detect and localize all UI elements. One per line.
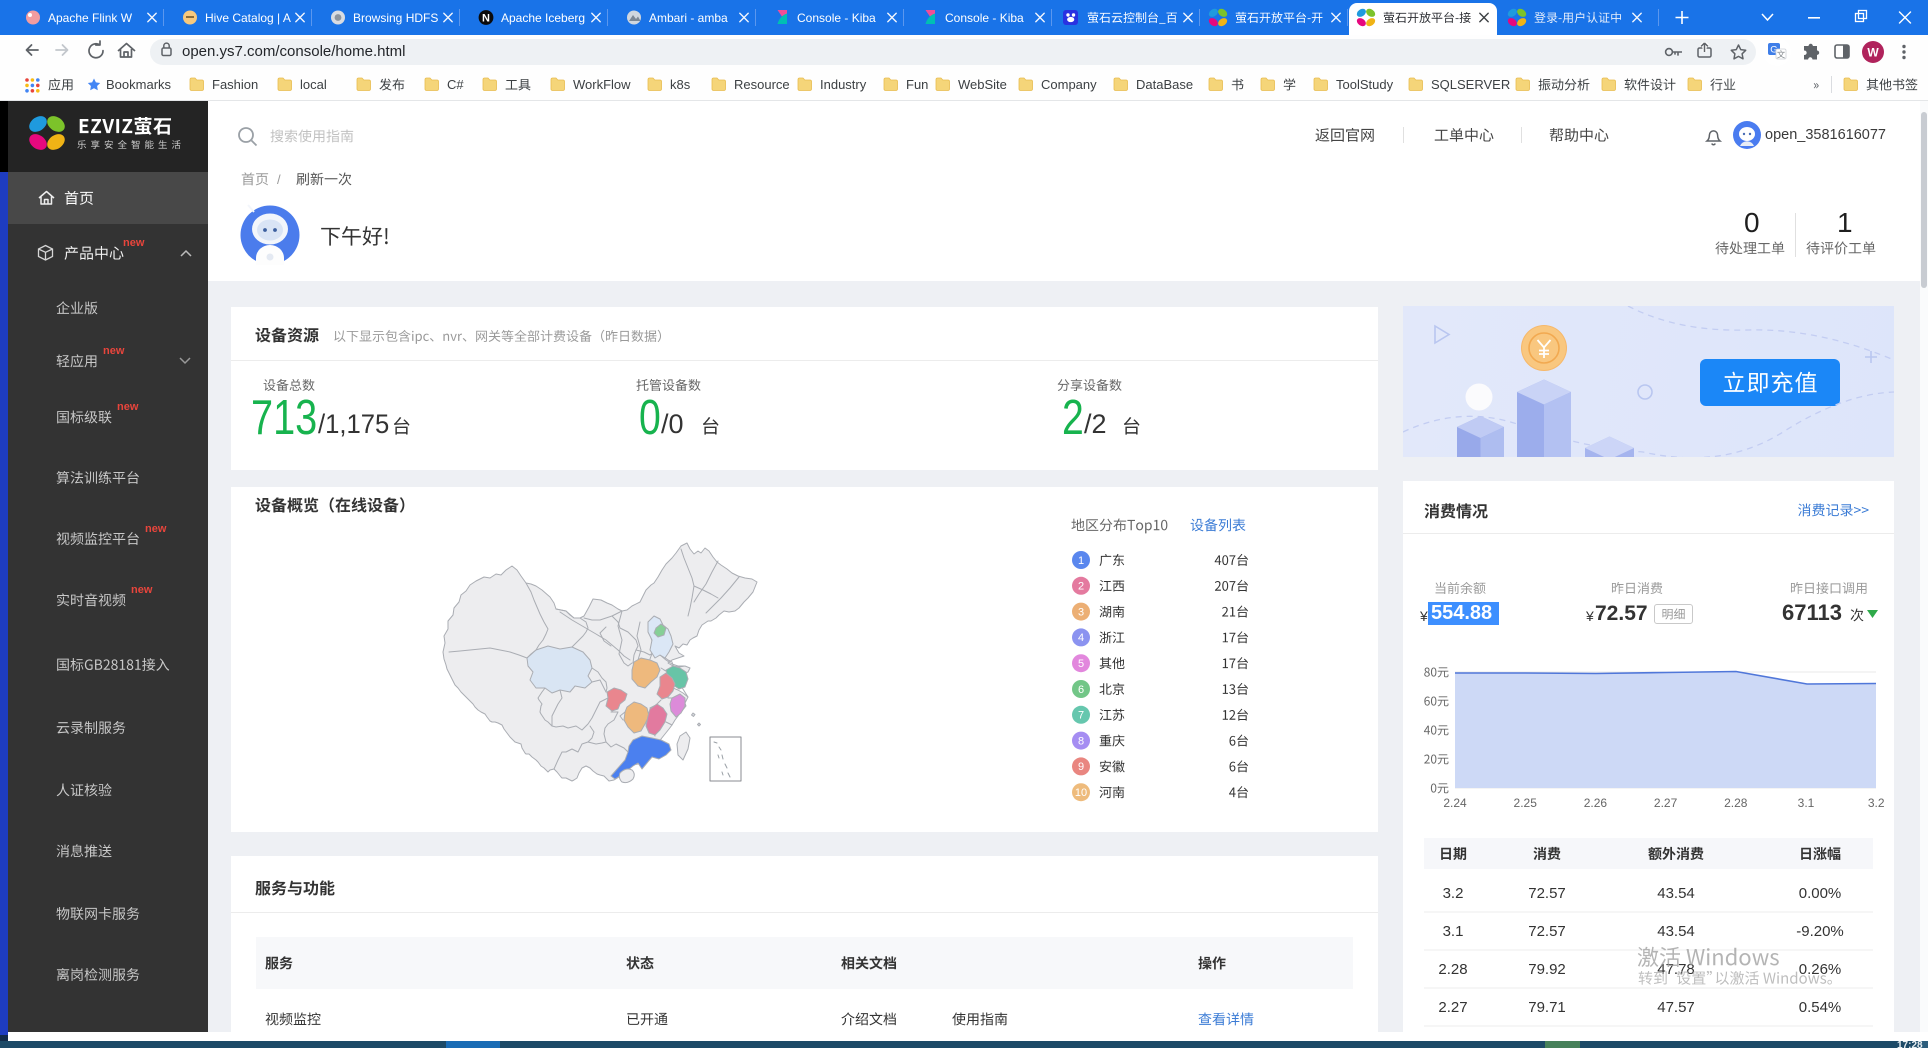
svg-text:2.27: 2.27 <box>1654 796 1678 810</box>
svg-text:N: N <box>482 12 490 24</box>
svg-text:2.25: 2.25 <box>1514 796 1538 810</box>
svg-text:10: 10 <box>1075 787 1087 799</box>
svg-text:2.24: 2.24 <box>1443 796 1467 810</box>
svg-text:7: 7 <box>1078 710 1084 722</box>
svg-text:4: 4 <box>1078 632 1084 644</box>
svg-text:8: 8 <box>1078 735 1084 747</box>
svg-text:3.2: 3.2 <box>1868 796 1885 810</box>
svg-text:6: 6 <box>1078 684 1084 696</box>
svg-text:文: 文 <box>1777 49 1786 59</box>
svg-text:2: 2 <box>1078 581 1084 593</box>
svg-text:3.1: 3.1 <box>1798 796 1815 810</box>
svg-text:1: 1 <box>1078 555 1084 567</box>
svg-text:9: 9 <box>1078 761 1084 773</box>
svg-text:2.26: 2.26 <box>1584 796 1608 810</box>
svg-text:5: 5 <box>1078 658 1084 670</box>
svg-text:2.28: 2.28 <box>1724 796 1748 810</box>
svg-text:W: W <box>1867 46 1879 60</box>
svg-text:3: 3 <box>1078 606 1084 618</box>
